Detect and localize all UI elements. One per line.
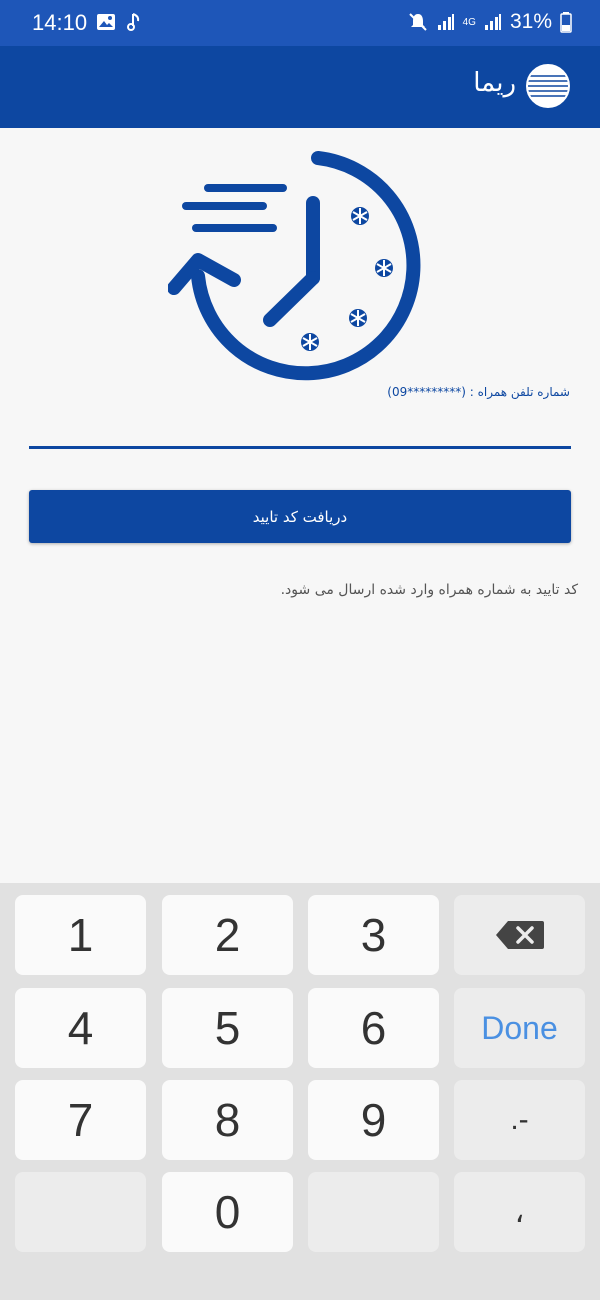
network-type: 4G <box>462 16 476 28</box>
get-verification-code-button[interactable]: دریافت کد تایید <box>29 490 571 543</box>
numeric-keyboard: 1 2 3 4 5 6 Done 7 8 9 .- 0 ، <box>0 883 600 1300</box>
signal-icon <box>484 14 501 30</box>
empty-key <box>15 1172 146 1252</box>
phone-number-label: شماره تلفن همراه : (*********09) <box>387 385 570 399</box>
verification-code-input[interactable] <box>29 405 571 449</box>
key-6[interactable]: 6 <box>308 988 439 1068</box>
clock-refresh-icon <box>168 151 421 381</box>
empty-key <box>308 1172 439 1252</box>
status-time: 14:10 <box>32 10 88 35</box>
key-4[interactable]: 4 <box>15 988 146 1068</box>
done-key[interactable]: Done <box>454 988 585 1068</box>
gallery-icon <box>97 14 115 30</box>
app-bar: ریما <box>0 46 600 128</box>
backspace-key[interactable] <box>454 895 585 975</box>
music-note-icon <box>127 13 140 31</box>
key-3[interactable]: 3 <box>308 895 439 975</box>
symbols-key[interactable]: .- <box>454 1080 585 1160</box>
mute-icon <box>408 13 427 31</box>
app-title: ریما <box>473 68 516 98</box>
key-5[interactable]: 5 <box>162 988 293 1068</box>
backspace-icon <box>495 921 544 949</box>
verification-hint-text: کد تایید به شماره همراه وارد شده ارسال م… <box>280 582 578 598</box>
app-logo-icon <box>526 64 570 108</box>
key-0[interactable]: 0 <box>162 1172 293 1252</box>
signal-icon <box>437 14 454 30</box>
key-1[interactable]: 1 <box>15 895 146 975</box>
key-7[interactable]: 7 <box>15 1080 146 1160</box>
key-8[interactable]: 8 <box>162 1080 293 1160</box>
status-bar: 14:10 4G 31% <box>0 0 600 46</box>
battery-percentage: 31% <box>509 10 552 33</box>
key-2[interactable]: 2 <box>162 895 293 975</box>
key-9[interactable]: 9 <box>308 1080 439 1160</box>
battery-icon <box>560 12 572 33</box>
comma-key[interactable]: ، <box>454 1172 585 1252</box>
